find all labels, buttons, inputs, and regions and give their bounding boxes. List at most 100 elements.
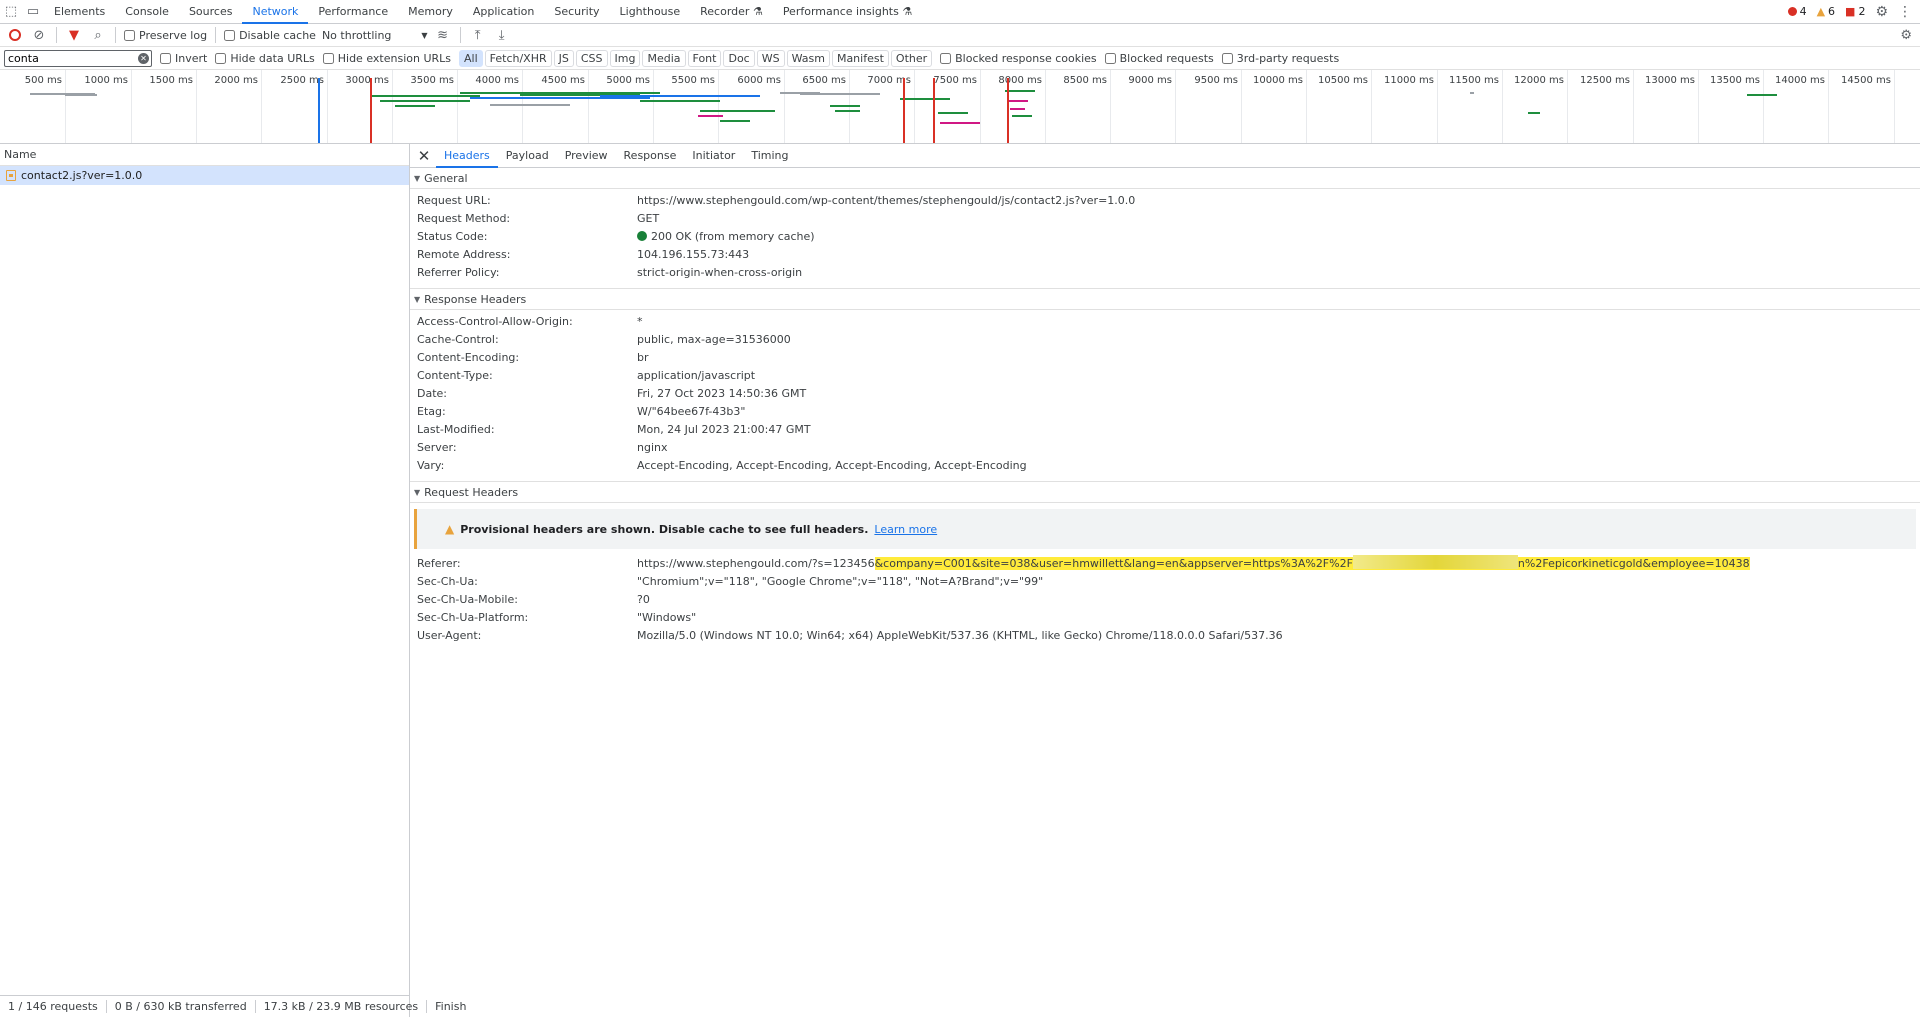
settings-gear-icon[interactable]: ⚙	[1875, 4, 1888, 20]
tab-application[interactable]: Application	[463, 0, 544, 24]
timeline-tick-label: 5500 ms	[671, 75, 715, 86]
blocked-requests-checkbox[interactable]: Blocked requests	[1104, 52, 1214, 65]
header-value: W/"64bee67f-43b3"	[637, 405, 746, 418]
hide-data-urls-input[interactable]	[215, 52, 227, 64]
type-filter-img[interactable]: Img	[609, 49, 641, 67]
request-headers-section-header[interactable]: ▼ Request Headers	[410, 482, 1920, 503]
timeline-gridline	[784, 70, 785, 143]
import-har-icon[interactable]: ⤒	[469, 26, 487, 44]
response-headers-section-header[interactable]: ▼ Response Headers	[410, 289, 1920, 310]
type-filter-css[interactable]: CSS	[575, 49, 608, 67]
issues-count-badge[interactable]: ■ 2	[1845, 5, 1865, 18]
type-filter-media[interactable]: Media	[642, 49, 686, 67]
disable-cache-input[interactable]	[224, 29, 236, 41]
tab-headers[interactable]: Headers	[436, 144, 498, 168]
hide-extension-urls-checkbox[interactable]: Hide extension URLs	[322, 52, 451, 65]
tab-payload[interactable]: Payload	[498, 144, 557, 168]
type-filter-manifest[interactable]: Manifest	[831, 49, 889, 67]
tab-security[interactable]: Security	[544, 0, 609, 24]
more-menu-icon[interactable]: ⋮	[1898, 4, 1912, 20]
learn-more-link[interactable]: Learn more	[874, 523, 937, 536]
tab-network[interactable]: Network	[242, 0, 309, 24]
filter-input-wrapper: ✕	[4, 49, 152, 67]
blocked-requests-input[interactable]	[1104, 52, 1116, 64]
type-filter-other[interactable]: Other	[890, 49, 933, 67]
timeline-request-bar	[370, 95, 480, 97]
tab-memory[interactable]: Memory	[398, 0, 463, 24]
tab-performance-insights[interactable]: Performance insights ⚗	[773, 0, 922, 24]
timeline-gridline	[1110, 70, 1111, 143]
type-filter-wasm[interactable]: Wasm	[786, 49, 830, 67]
header-row: Access-Control-Allow-Origin: *	[410, 313, 1920, 331]
timeline-gridline	[1567, 70, 1568, 143]
general-section-title: General	[424, 171, 468, 185]
hide-extension-urls-input[interactable]	[322, 52, 334, 64]
tab-lighthouse[interactable]: Lighthouse	[610, 0, 691, 24]
resource-type-filters: All Fetch/XHR JS CSS Img Media Font Doc …	[459, 49, 933, 67]
timeline-request-bar	[470, 97, 650, 99]
tab-initiator[interactable]: Initiator	[684, 144, 743, 168]
blocked-response-cookies-checkbox[interactable]: Blocked response cookies	[940, 52, 1097, 65]
header-key: Sec-Ch-Ua-Mobile:	[417, 593, 518, 606]
record-stop-icon[interactable]	[6, 26, 24, 44]
timeline-tick-label: 6500 ms	[802, 75, 846, 86]
tab-console[interactable]: Console	[115, 0, 179, 24]
invert-input[interactable]	[160, 52, 171, 64]
header-value: *	[637, 315, 643, 328]
timeline-gridline	[980, 70, 981, 143]
name-column-header[interactable]: Name	[0, 144, 409, 166]
tab-preview[interactable]: Preview	[557, 144, 616, 168]
preserve-log-input[interactable]	[124, 29, 135, 41]
tab-recorder[interactable]: Recorder ⚗	[690, 0, 773, 24]
timeline-tick-label: 4000 ms	[475, 75, 519, 86]
warning-count-badge[interactable]: ▲ 6	[1817, 5, 1835, 18]
type-filter-doc[interactable]: Doc	[723, 49, 755, 67]
request-name: contact2.js?ver=1.0.0	[21, 169, 143, 182]
request-count: 1 / 146 requests	[0, 1000, 107, 1013]
tab-sources[interactable]: Sources	[179, 0, 243, 24]
request-list-pane: Name contact2.js?ver=1.0.0 1 / 146 reque…	[0, 144, 466, 1017]
timeline-tick-label: 9500 ms	[1194, 75, 1238, 86]
search-icon[interactable]: ⌕	[89, 26, 107, 44]
clear-filter-icon[interactable]: ✕	[138, 52, 149, 64]
network-conditions-icon[interactable]: ≋	[434, 26, 452, 44]
export-har-icon[interactable]: ⤓	[493, 26, 511, 44]
type-filter-ws[interactable]: WS	[756, 49, 785, 67]
triangle-down-icon: ▼	[414, 487, 421, 497]
throttling-select[interactable]: No throttling ▼	[322, 29, 428, 42]
general-section-header[interactable]: ▼ General	[410, 168, 1920, 189]
hide-data-urls-checkbox[interactable]: Hide data URLs	[215, 52, 315, 65]
type-filter-js[interactable]: JS	[553, 49, 574, 67]
tab-response[interactable]: Response	[616, 144, 685, 168]
invert-checkbox[interactable]: Invert	[160, 52, 207, 65]
header-row: Etag: W/"64bee67f-43b3"	[410, 403, 1920, 421]
request-row[interactable]: contact2.js?ver=1.0.0	[0, 166, 409, 185]
third-party-requests-checkbox[interactable]: 3rd-party requests	[1221, 52, 1339, 65]
clear-icon[interactable]: ⊘	[30, 26, 48, 44]
tab-elements[interactable]: Elements	[44, 0, 115, 24]
network-status-bar: 1 / 146 requests 0 B / 630 kB transferre…	[0, 995, 466, 1017]
network-settings-gear-icon[interactable]: ⚙	[1900, 28, 1920, 43]
close-icon[interactable]: ✕	[416, 147, 432, 165]
disable-cache-checkbox[interactable]: Disable cache	[224, 29, 316, 42]
filter-icon[interactable]: ▼	[65, 26, 83, 44]
third-party-requests-input[interactable]	[1221, 52, 1233, 64]
type-filter-all[interactable]: All	[459, 49, 483, 67]
inspect-element-icon[interactable]: ⬚	[0, 1, 22, 23]
error-count-badge[interactable]: 4	[1787, 5, 1807, 18]
referer-highlight: &company=C001&site=038&user=hmwillett&la…	[874, 555, 1750, 570]
preserve-log-checkbox[interactable]: Preserve log	[124, 29, 207, 42]
header-key: Request URL:	[417, 194, 491, 207]
tab-timing[interactable]: Timing	[743, 144, 796, 168]
header-value: https://www.stephengould.com/wp-content/…	[637, 194, 1136, 207]
timeline-gridline	[131, 70, 132, 143]
timeline-overview[interactable]: 500 ms 1000 ms 1500 ms 2000 ms 2500 ms 3000 m…	[0, 70, 1920, 144]
tab-performance[interactable]: Performance	[308, 0, 398, 24]
device-toggle-icon[interactable]: ▭	[22, 1, 44, 23]
type-filter-fetch-xhr[interactable]: Fetch/XHR	[484, 49, 552, 67]
blocked-response-cookies-input[interactable]	[940, 52, 952, 64]
type-filter-font[interactable]: Font	[687, 49, 722, 67]
timeline-tick-label: 12500 ms	[1580, 75, 1630, 86]
header-value: nginx	[637, 441, 668, 454]
filter-input[interactable]	[4, 49, 152, 67]
